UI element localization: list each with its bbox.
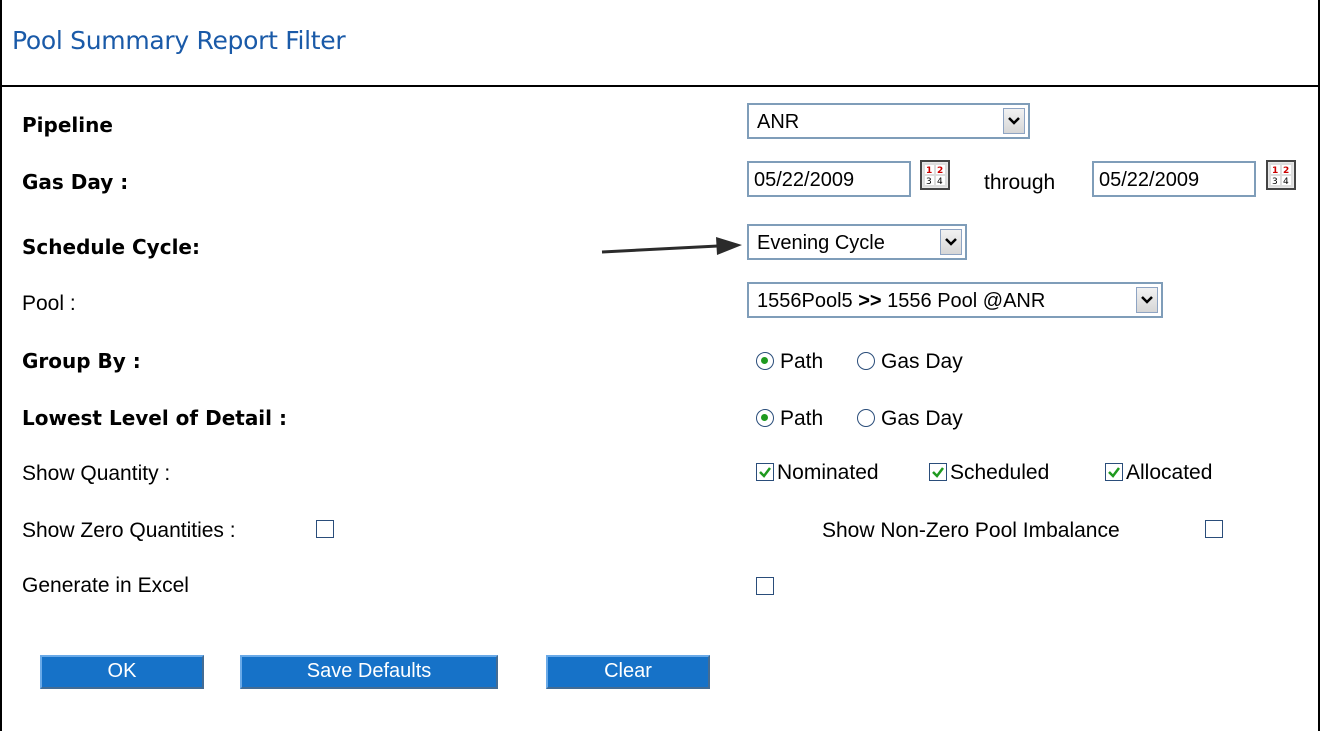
lowest-level-path-radio[interactable]: [756, 409, 774, 427]
right-border: [1318, 0, 1320, 731]
pool-select[interactable]: 1556Pool5 >> 1556 Pool @ANR: [747, 282, 1163, 318]
group-by-gas-day-radio[interactable]: [857, 352, 875, 370]
show-zero-label: Show Zero Quantities :: [22, 519, 236, 542]
report-filter-panel: Pool Summary Report Filter Pipeline ANR …: [0, 0, 1323, 731]
page-title: Pool Summary Report Filter: [12, 26, 346, 55]
pool-value: 1556Pool5 >> 1556 Pool @ANR: [757, 290, 1045, 313]
svg-text:3: 3: [926, 177, 932, 187]
svg-text:2: 2: [937, 166, 943, 176]
allocated-checkbox[interactable]: [1105, 463, 1123, 481]
pool-id: 1556Pool5: [757, 290, 853, 312]
schedule-cycle-select[interactable]: Evening Cycle: [747, 224, 967, 260]
gas-day-to-value: 05/22/2009: [1099, 169, 1200, 191]
gas-day-from-value: 05/22/2009: [754, 169, 855, 191]
group-by-path-label: Path: [780, 350, 824, 373]
svg-text:4: 4: [1283, 177, 1289, 187]
scheduled-label: Scheduled: [950, 461, 1050, 484]
lowest-level-gas-day-radio[interactable]: [857, 409, 875, 427]
show-nonzero-imbalance-checkbox[interactable]: [1205, 520, 1223, 538]
generate-excel-label: Generate in Excel: [22, 574, 189, 597]
show-zero-checkbox[interactable]: [316, 520, 334, 538]
svg-text:2: 2: [1283, 166, 1289, 176]
svg-text:1: 1: [1272, 166, 1278, 176]
lowest-level-path-label: Path: [780, 407, 824, 430]
through-label: through: [984, 171, 1056, 194]
annotation-arrow: [601, 237, 742, 255]
lowest-level-label: Lowest Level of Detail :: [22, 406, 287, 430]
gas-day-from-input[interactable]: 05/22/2009: [747, 161, 911, 197]
group-by-gas-day-label: Gas Day: [881, 350, 963, 373]
chevron-down-icon[interactable]: [1136, 287, 1158, 313]
calendar-icon[interactable]: 1 2 3 4: [920, 160, 950, 190]
svg-text:1: 1: [926, 166, 932, 176]
title-divider: [0, 85, 1320, 87]
pool-name: 1556 Pool @ANR: [887, 290, 1046, 312]
schedule-cycle-value: Evening Cycle: [757, 232, 885, 254]
pipeline-value: ANR: [757, 111, 800, 133]
nominated-label: Nominated: [777, 461, 879, 484]
show-quantity-label: Show Quantity :: [22, 462, 171, 485]
lowest-level-gas-day-label: Gas Day: [881, 407, 963, 430]
ok-button[interactable]: OK: [40, 655, 204, 689]
svg-text:3: 3: [1272, 177, 1278, 187]
chevron-down-icon[interactable]: [1003, 108, 1025, 134]
gas-day-label: Gas Day :: [22, 170, 129, 194]
svg-text:4: 4: [937, 177, 943, 187]
allocated-label: Allocated: [1126, 461, 1213, 484]
generate-excel-checkbox[interactable]: [756, 577, 774, 595]
pool-label: Pool :: [22, 292, 76, 315]
left-border: [0, 0, 2, 731]
show-nonzero-imbalance-label: Show Non-Zero Pool Imbalance: [822, 519, 1120, 542]
scheduled-checkbox[interactable]: [929, 463, 947, 481]
group-by-label: Group By :: [22, 349, 141, 373]
group-by-path-radio[interactable]: [756, 352, 774, 370]
clear-button[interactable]: Clear: [546, 655, 710, 689]
pool-separator: >>: [858, 290, 882, 312]
schedule-cycle-label: Schedule Cycle:: [22, 235, 200, 259]
gas-day-to-input[interactable]: 05/22/2009: [1092, 161, 1256, 197]
nominated-checkbox[interactable]: [756, 463, 774, 481]
chevron-down-icon[interactable]: [940, 229, 962, 255]
calendar-icon[interactable]: 1 2 3 4: [1266, 160, 1296, 190]
pipeline-select[interactable]: ANR: [747, 103, 1030, 139]
pipeline-label: Pipeline: [22, 113, 113, 137]
save-defaults-button[interactable]: Save Defaults: [240, 655, 498, 689]
